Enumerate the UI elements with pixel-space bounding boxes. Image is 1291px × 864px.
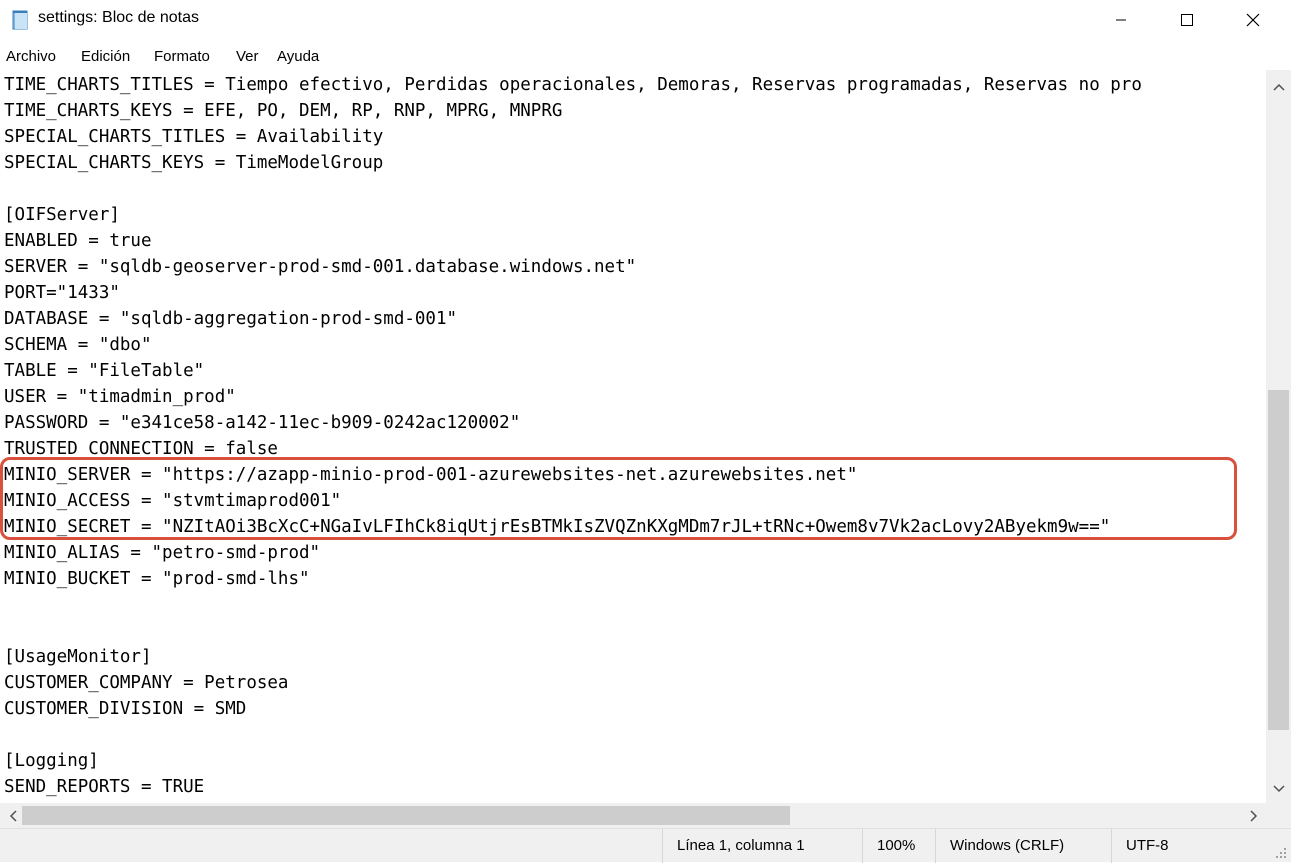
window-title: settings: Bloc de notas bbox=[38, 9, 199, 26]
editor-line: [OIFServer] bbox=[4, 205, 120, 225]
editor-line: TABLE = "FileTable" bbox=[4, 361, 205, 381]
menu-ver[interactable]: Ver bbox=[236, 48, 259, 65]
maximize-button[interactable] bbox=[1154, 0, 1220, 40]
zoom-level: 100% bbox=[862, 829, 935, 863]
chevron-left-icon bbox=[9, 809, 17, 822]
chevron-right-icon bbox=[1249, 809, 1257, 822]
editor-line: MINIO_BUCKET = "prod-smd-lhs" bbox=[4, 569, 310, 589]
scroll-right-button[interactable] bbox=[1241, 803, 1266, 828]
scrollbar-corner bbox=[1266, 803, 1291, 828]
line-ending: Windows (CRLF) bbox=[935, 829, 1111, 863]
editor-line: SPECIAL_CHARTS_KEYS = TimeModelGroup bbox=[4, 153, 384, 173]
chevron-down-icon bbox=[1272, 784, 1285, 792]
title-bar: settings: Bloc de notas bbox=[0, 0, 1291, 40]
editor-line: CUSTOMER_COMPANY = Petrosea bbox=[4, 673, 289, 693]
menu-archivo[interactable]: Archivo bbox=[6, 48, 56, 65]
cursor-position: Línea 1, columna 1 bbox=[662, 829, 862, 863]
editor-line: [UsageMonitor] bbox=[4, 647, 152, 667]
close-icon bbox=[1246, 13, 1260, 27]
editor-line: DATABASE = "sqldb-aggregation-prod-smd-0… bbox=[4, 309, 458, 329]
status-bar: Línea 1, columna 1 100% Windows (CRLF) U… bbox=[0, 828, 1291, 863]
menu-edicion[interactable]: Edición bbox=[81, 48, 130, 65]
editor-line: USER = "timadmin_prod" bbox=[4, 387, 236, 407]
editor-line: TIME_CHARTS_KEYS = EFE, PO, DEM, RP, RNP… bbox=[4, 101, 563, 121]
minimize-button[interactable] bbox=[1088, 0, 1154, 40]
editor-line: TIME_CHARTS_TITLES = Tiempo efectivo, Pe… bbox=[4, 75, 1142, 95]
scroll-down-button[interactable] bbox=[1266, 776, 1291, 801]
menu-formato[interactable]: Formato bbox=[154, 48, 210, 65]
editor-line: [Logging] bbox=[4, 751, 99, 771]
text-editor[interactable]: TIME_CHARTS_TITLES = Tiempo efectivo, Pe… bbox=[0, 70, 1266, 803]
editor-line: SEND_REPORTS = TRUE bbox=[4, 777, 205, 797]
editor-line: ENABLED = true bbox=[4, 231, 152, 251]
resize-grip-icon[interactable] bbox=[1275, 846, 1287, 858]
menu-ayuda[interactable]: Ayuda bbox=[277, 48, 319, 65]
notepad-icon bbox=[10, 10, 30, 30]
scroll-up-button[interactable] bbox=[1266, 74, 1291, 99]
chevron-up-icon bbox=[1272, 83, 1285, 91]
maximize-icon bbox=[1181, 14, 1193, 26]
close-button[interactable] bbox=[1220, 0, 1286, 40]
vertical-scrollbar-thumb[interactable] bbox=[1268, 390, 1289, 730]
editor-line: SPECIAL_CHARTS_TITLES = Availability bbox=[4, 127, 384, 147]
minimize-icon bbox=[1116, 19, 1126, 21]
editor-line: CUSTOMER_DIVISION = SMD bbox=[4, 699, 247, 719]
editor-line: PORT="1433" bbox=[4, 283, 120, 303]
editor-line: SERVER = "sqldb-geoserver-prod-smd-001.d… bbox=[4, 257, 637, 277]
highlight-annotation-box bbox=[0, 457, 1237, 540]
encoding: UTF-8 bbox=[1111, 829, 1271, 863]
editor-line: SCHEMA = "dbo" bbox=[4, 335, 152, 355]
horizontal-scrollbar-thumb[interactable] bbox=[22, 806, 790, 825]
scroll-left-button[interactable] bbox=[0, 803, 25, 828]
menu-bar: Archivo Edición Formato Ver Ayuda bbox=[0, 44, 1291, 70]
editor-line: MINIO_ALIAS = "petro-smd-prod" bbox=[4, 543, 321, 563]
editor-line: PASSWORD = "e341ce58-a142-11ec-b909-0242… bbox=[4, 413, 521, 433]
